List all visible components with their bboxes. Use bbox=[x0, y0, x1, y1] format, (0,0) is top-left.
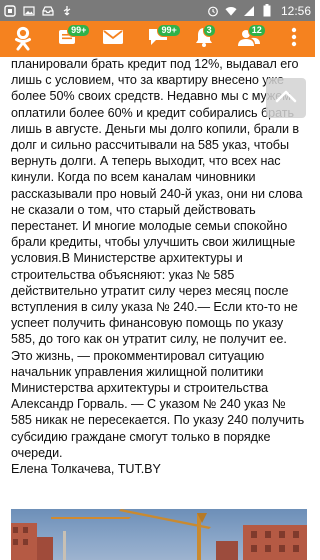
signal-icon bbox=[243, 5, 255, 17]
scroll-up-button[interactable] bbox=[266, 78, 306, 118]
status-time: 12:56 bbox=[280, 3, 311, 18]
discussions-button[interactable]: 99+ bbox=[143, 24, 181, 54]
feed-button[interactable]: 99+ bbox=[53, 24, 91, 54]
notifications-button[interactable]: 3 bbox=[189, 24, 219, 54]
inbox-icon bbox=[42, 5, 54, 17]
article-body: планировали брать кредит под 12%, выдава… bbox=[11, 57, 307, 477]
messages-button[interactable] bbox=[98, 24, 128, 54]
notifications-badge: 3 bbox=[202, 24, 216, 37]
app-bar: 99+ 99+ 3 12 bbox=[0, 21, 315, 57]
photo-icon bbox=[23, 5, 35, 17]
alarm-icon bbox=[207, 5, 219, 17]
feed-badge: 99+ bbox=[67, 24, 91, 37]
friends-badge: 12 bbox=[247, 24, 266, 37]
battery-icon bbox=[261, 4, 273, 17]
usb-icon bbox=[61, 5, 73, 17]
odnoklassniki-logo-icon[interactable] bbox=[8, 24, 38, 54]
friends-button[interactable]: 12 bbox=[234, 24, 266, 54]
chevron-up-icon bbox=[275, 89, 297, 108]
article-paragraph: планировали брать кредит под 12%, выдава… bbox=[11, 57, 305, 460]
wifi-icon bbox=[225, 5, 237, 17]
status-bar: 12:56 bbox=[0, 0, 315, 21]
article-byline: Елена Толкачева, TUT.BY bbox=[11, 462, 161, 477]
messages-icon bbox=[102, 29, 124, 50]
article-photo[interactable] bbox=[11, 509, 307, 560]
discussions-badge: 99+ bbox=[157, 24, 181, 37]
more-button[interactable] bbox=[279, 24, 309, 54]
article-content[interactable]: планировали брать кредит под 12%, выдава… bbox=[0, 57, 315, 560]
more-icon bbox=[291, 27, 297, 52]
notification-icon bbox=[4, 4, 16, 17]
